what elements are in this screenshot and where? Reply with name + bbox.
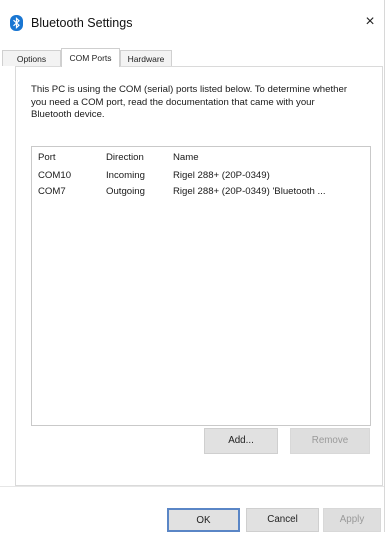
add-button[interactable]: Add... xyxy=(204,428,278,454)
direction-cell: Incoming xyxy=(106,170,145,181)
title-bar[interactable]: Bluetooth Settings × xyxy=(0,0,384,46)
column-header-name[interactable]: Name xyxy=(173,151,199,165)
name-cell: Rigel 288+ (20P-0349) 'Bluetooth ... xyxy=(173,186,326,197)
close-button[interactable]: × xyxy=(356,8,384,36)
column-header-direction[interactable]: Direction xyxy=(106,151,144,165)
divider xyxy=(0,486,384,487)
direction-cell: Outgoing xyxy=(106,186,145,197)
name-cell: Rigel 288+ (20P-0349) xyxy=(173,170,270,181)
port-cell: COM10 xyxy=(38,170,72,181)
tab-com-ports[interactable]: COM Ports xyxy=(61,48,120,67)
tab-options[interactable]: Options xyxy=(2,50,61,66)
ok-button[interactable]: OK xyxy=(167,508,240,532)
apply-button[interactable]: Apply xyxy=(323,508,381,532)
cancel-button[interactable]: Cancel xyxy=(246,508,319,532)
window-title: Bluetooth Settings xyxy=(31,16,133,30)
remove-button[interactable]: Remove xyxy=(290,428,370,454)
bluetooth-icon xyxy=(10,15,23,31)
tab-strip: Options COM Ports Hardware xyxy=(0,48,384,67)
bluetooth-settings-dialog: Bluetooth Settings × Options COM Ports H… xyxy=(0,0,385,532)
com-ports-list[interactable]: Port Direction Name COM10 Incoming Rigel… xyxy=(31,146,371,426)
port-cell: COM7 xyxy=(38,186,66,197)
column-header-port[interactable]: Port xyxy=(38,151,56,165)
description-text: This PC is using the COM (serial) ports … xyxy=(31,84,348,121)
tab-hardware[interactable]: Hardware xyxy=(120,50,172,66)
